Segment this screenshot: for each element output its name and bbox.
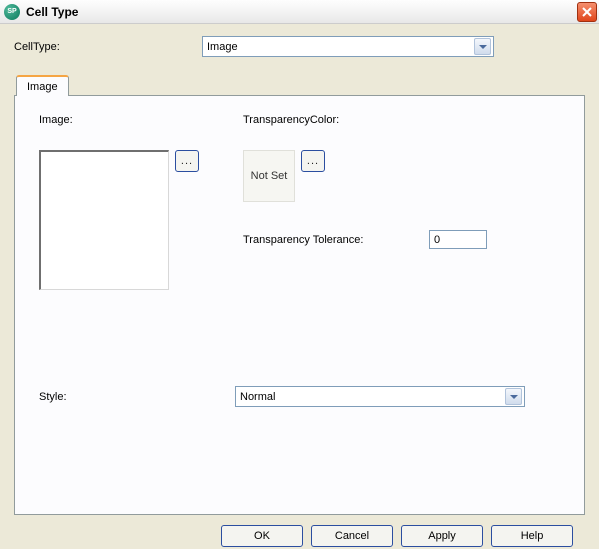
tab-image-label: Image	[27, 81, 58, 93]
app-icon-letters: SP	[7, 8, 16, 15]
cancel-button[interactable]: Cancel	[311, 525, 393, 547]
style-row: Style: Normal	[39, 386, 560, 407]
transparency-preview-group: Not Set ... Transparency Tolerance:	[243, 150, 487, 290]
app-icon: SP	[4, 4, 20, 20]
image-label: Image:	[39, 114, 243, 126]
ellipsis-icon: ...	[181, 155, 193, 167]
celltype-combo[interactable]: Image	[202, 36, 494, 57]
transparency-browse-button[interactable]: ...	[301, 150, 325, 172]
transparency-swatch: Not Set	[243, 150, 295, 202]
image-preview	[39, 150, 169, 290]
tolerance-input[interactable]	[429, 230, 487, 249]
button-bar: OK Cancel Apply Help	[14, 515, 585, 547]
ellipsis-icon: ...	[307, 155, 319, 167]
tab-strip: Image	[16, 75, 585, 95]
titlebar: SP Cell Type	[0, 0, 599, 24]
apply-button-label: Apply	[428, 530, 456, 542]
top-columns: Image: TransparencyColor:	[39, 114, 560, 136]
close-icon	[582, 7, 592, 17]
chevron-down-icon	[474, 38, 491, 55]
apply-button[interactable]: Apply	[401, 525, 483, 547]
tolerance-row: Transparency Tolerance:	[243, 230, 487, 249]
celltype-row: CellType: Image	[14, 36, 585, 57]
ok-button-label: OK	[254, 530, 270, 542]
help-button-label: Help	[521, 530, 544, 542]
transparency-column: TransparencyColor:	[243, 114, 339, 136]
ok-button[interactable]: OK	[221, 525, 303, 547]
preview-row: ... Not Set ... Transparency Tole	[39, 150, 560, 290]
celltype-value: Image	[207, 41, 474, 53]
image-column: Image:	[39, 114, 243, 136]
celltype-label: CellType:	[14, 41, 202, 53]
cancel-button-label: Cancel	[335, 530, 369, 542]
tab-panel: Image: TransparencyColor: ...	[14, 95, 585, 515]
window-title: Cell Type	[26, 5, 78, 19]
tolerance-label: Transparency Tolerance:	[243, 234, 429, 246]
chevron-down-icon	[505, 388, 522, 405]
image-preview-group: ...	[39, 150, 243, 290]
help-button[interactable]: Help	[491, 525, 573, 547]
style-combo[interactable]: Normal	[235, 386, 525, 407]
tab-image[interactable]: Image	[16, 75, 69, 96]
transparency-swatch-text: Not Set	[251, 170, 288, 182]
image-browse-button[interactable]: ...	[175, 150, 199, 172]
style-label: Style:	[39, 391, 235, 403]
style-value: Normal	[240, 391, 505, 403]
close-button[interactable]	[577, 2, 597, 22]
tab-container: Image Image: TransparencyColor: ...	[14, 75, 585, 515]
dialog-content: CellType: Image Image Image: Transparenc…	[0, 24, 599, 547]
transparency-color-label: TransparencyColor:	[243, 114, 339, 126]
